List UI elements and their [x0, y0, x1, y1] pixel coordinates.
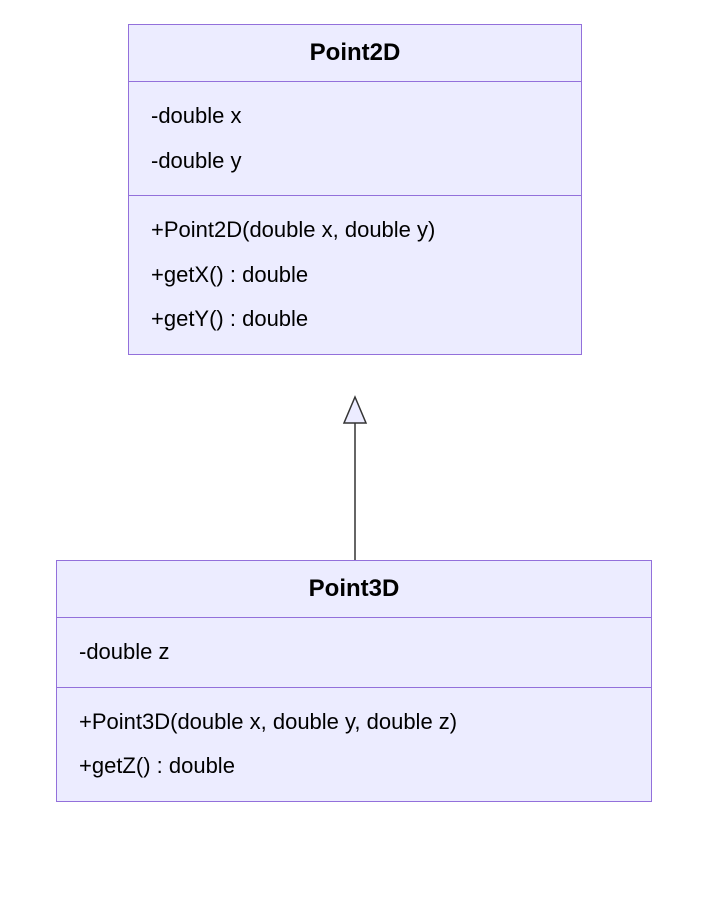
inheritance-arrow-icon	[330, 395, 380, 560]
method-row: +getY() : double	[151, 297, 559, 342]
class-point2d-name: Point2D	[129, 25, 581, 82]
method-row: +getZ() : double	[79, 744, 629, 789]
attribute-row: -double x	[151, 94, 559, 139]
attribute-row: -double z	[79, 630, 629, 675]
class-point3d: Point3D -double z +Point3D(double x, dou…	[56, 560, 652, 802]
class-point2d-methods: +Point2D(double x, double y) +getX() : d…	[129, 196, 581, 354]
class-point3d-name: Point3D	[57, 561, 651, 618]
method-row: +getX() : double	[151, 253, 559, 298]
method-row: +Point3D(double x, double y, double z)	[79, 700, 629, 745]
class-point2d: Point2D -double x -double y +Point2D(dou…	[128, 24, 582, 355]
class-point2d-attributes: -double x -double y	[129, 82, 581, 196]
class-point3d-attributes: -double z	[57, 618, 651, 688]
method-row: +Point2D(double x, double y)	[151, 208, 559, 253]
attribute-row: -double y	[151, 139, 559, 184]
uml-class-diagram: Point2D -double x -double y +Point2D(dou…	[0, 0, 708, 905]
class-point3d-methods: +Point3D(double x, double y, double z) +…	[57, 688, 651, 801]
